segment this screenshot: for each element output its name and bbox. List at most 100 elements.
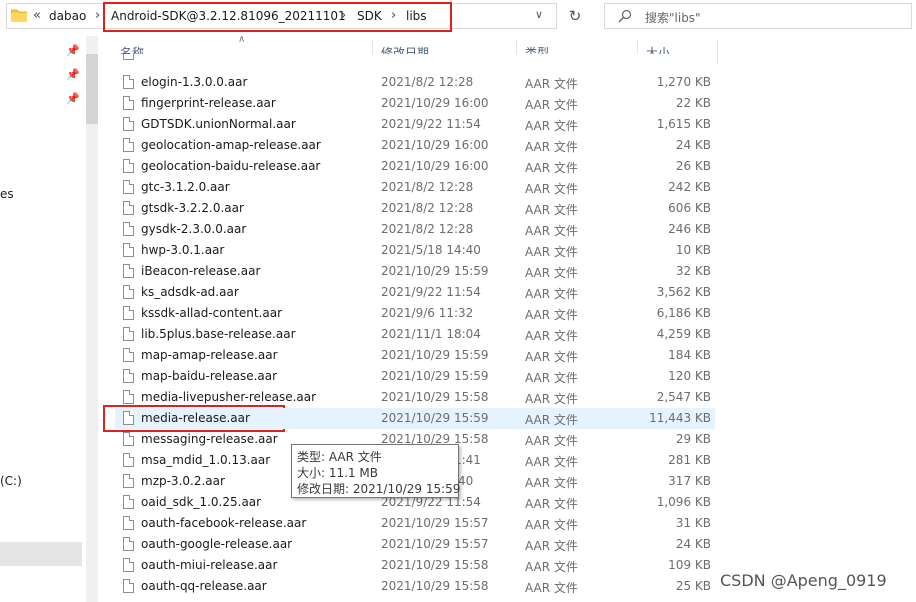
file-icon (123, 369, 134, 383)
file-type: AAR 文件 (525, 287, 578, 301)
table-row[interactable]: oauth-qq-release.aar 2021/10/29 15:58 AAR … (115, 576, 715, 597)
file-name: oauth-miui-release.aar (141, 558, 278, 572)
file-size: 24 KB (675, 138, 711, 152)
file-name: oauth-google-release.aar (141, 537, 293, 551)
file-type: AAR 文件 (525, 245, 578, 259)
table-row[interactable]: GDTSDK.unionNormal.aar 2021/9/22 11:54 AAR… (115, 114, 715, 135)
file-icon (123, 558, 134, 572)
file-name: oaid_sdk_1.0.25.aar (141, 495, 262, 509)
file-type: AAR 文件 (525, 518, 578, 532)
file-name: gysdk-2.3.0.0.aar (141, 222, 247, 236)
file-name: msa_mdid_1.0.13.aar (141, 453, 271, 467)
table-row[interactable]: hwp-3.0.1.aar 2021/5/18 14:40 AAR 文件 10 KB (115, 240, 715, 261)
file-date: 2021/10/29 15:58 (381, 558, 489, 572)
file-type: AAR 文件 (525, 161, 578, 175)
file-icon (123, 348, 134, 362)
file-list: elogin-1.3.0.0.aar 2021/8/2 12:28 AAR 文件 1,… (0, 0, 916, 602)
file-name: messaging-release.aar (141, 432, 278, 446)
file-name: geolocation-amap-release.aar (141, 138, 321, 152)
file-icon (123, 579, 134, 593)
file-name: ks_adsdk-ad.aar (141, 285, 239, 299)
file-type: AAR 文件 (525, 203, 578, 217)
file-date: 2021/5/18 14:40 (381, 243, 481, 257)
file-date: 2021/8/2 12:28 (381, 201, 474, 215)
file-type: AAR 文件 (525, 329, 578, 343)
table-row[interactable]: geolocation-amap-release.aar 2021/10/29 1… (115, 135, 715, 156)
file-icon (123, 117, 134, 131)
file-size: 606 KB (668, 201, 711, 215)
file-size: 3,562 KB (656, 285, 711, 299)
file-type: AAR 文件 (525, 77, 578, 91)
file-size: 6,186 KB (656, 306, 711, 320)
file-icon (123, 411, 134, 425)
file-date: 2021/11/1 18:04 (381, 327, 481, 341)
table-row[interactable]: map-amap-release.aar 2021/10/29 15:59 AAR … (115, 345, 715, 366)
file-name: elogin-1.3.0.0.aar (141, 75, 248, 89)
file-name: geolocation-baidu-release.aar (141, 159, 321, 173)
table-row[interactable]: fingerprint-release.aar 2021/10/29 16:00 A… (115, 93, 715, 114)
file-name: mzp-3.0.2.aar (141, 474, 225, 488)
table-row[interactable]: lib.5plus.base-release.aar 2021/11/1 18:0… (115, 324, 715, 345)
file-type: AAR 文件 (525, 539, 578, 553)
file-icon (123, 453, 134, 467)
file-size: 29 KB (675, 432, 711, 446)
file-name: gtc-3.1.2.0.aar (141, 180, 230, 194)
table-row[interactable]: kssdk-allad-content.aar 2021/9/6 11:32 AAR… (115, 303, 715, 324)
file-type: AAR 文件 (525, 119, 578, 133)
file-date: 2021/10/29 15:57 (381, 516, 489, 530)
file-date: 2021/8/2 12:28 (381, 222, 474, 236)
table-row[interactable]: map-baidu-release.aar 2021/10/29 15:59 AAR… (115, 366, 715, 387)
table-row[interactable]: gysdk-2.3.0.0.aar 2021/8/2 12:28 AAR 文件 246… (115, 219, 715, 240)
file-size: 25 KB (675, 579, 711, 593)
file-date: 2021/10/29 15:58 (381, 390, 489, 404)
file-type: AAR 文件 (525, 350, 578, 364)
file-icon (123, 285, 134, 299)
table-row[interactable]: media-release.aar 2021/10/29 15:59 AAR 文件 1… (115, 408, 715, 429)
file-date: 2021/10/29 15:59 (381, 411, 489, 425)
table-row[interactable]: elogin-1.3.0.0.aar 2021/8/2 12:28 AAR 文件 1,… (115, 72, 715, 93)
table-row[interactable]: ks_adsdk-ad.aar 2021/9/22 11:54 AAR 文件 3,56… (115, 282, 715, 303)
file-type: AAR 文件 (525, 308, 578, 322)
table-row[interactable]: geolocation-baidu-release.aar 2021/10/29 … (115, 156, 715, 177)
file-name: GDTSDK.unionNormal.aar (141, 117, 296, 131)
tooltip-date: 修改日期: 2021/10/29 15:59 (297, 482, 461, 496)
file-type: AAR 文件 (525, 371, 578, 385)
file-type: AAR 文件 (525, 581, 578, 595)
file-type: AAR 文件 (525, 560, 578, 574)
file-date: 2021/9/22 11:54 (381, 285, 481, 299)
file-icon (123, 327, 134, 341)
table-row[interactable]: oauth-miui-release.aar 2021/10/29 15:58 AA… (115, 555, 715, 576)
file-name: gtsdk-3.2.2.0.aar (141, 201, 244, 215)
file-icon (123, 243, 134, 257)
file-size: 22 KB (675, 96, 711, 110)
file-size: 24 KB (675, 537, 711, 551)
file-icon (123, 390, 134, 404)
file-date: 2021/10/29 15:57 (381, 537, 489, 551)
table-row[interactable]: oauth-facebook-release.aar 2021/10/29 15:… (115, 513, 715, 534)
file-size: 32 KB (675, 264, 711, 278)
table-row[interactable]: oauth-google-release.aar 2021/10/29 15:57… (115, 534, 715, 555)
table-row[interactable]: media-livepusher-release.aar 2021/10/29 1… (115, 387, 715, 408)
file-name: fingerprint-release.aar (141, 96, 276, 110)
file-type: AAR 文件 (525, 140, 578, 154)
file-icon (123, 75, 134, 89)
file-type: AAR 文件 (525, 413, 578, 427)
file-date: 2021/10/29 16:00 (381, 138, 489, 152)
table-row[interactable]: gtc-3.1.2.0.aar 2021/8/2 12:28 AAR 文件 242 K… (115, 177, 715, 198)
file-type: AAR 文件 (525, 266, 578, 280)
file-icon (123, 537, 134, 551)
file-icon (123, 159, 134, 173)
table-row[interactable]: iBeacon-release.aar 2021/10/29 15:59 AAR 文… (115, 261, 715, 282)
file-type: AAR 文件 (525, 497, 578, 511)
file-date: 2021/10/29 16:00 (381, 159, 489, 173)
file-size: 246 KB (668, 222, 711, 236)
file-name: map-amap-release.aar (141, 348, 278, 362)
file-icon (123, 474, 134, 488)
file-size: 26 KB (675, 159, 711, 173)
file-size: 4,259 KB (656, 327, 711, 341)
table-row[interactable]: gtsdk-3.2.2.0.aar 2021/8/2 12:28 AAR 文件 606… (115, 198, 715, 219)
file-name: hwp-3.0.1.aar (141, 243, 225, 257)
file-icon (123, 264, 134, 278)
file-icon (123, 180, 134, 194)
file-type: AAR 文件 (525, 182, 578, 196)
